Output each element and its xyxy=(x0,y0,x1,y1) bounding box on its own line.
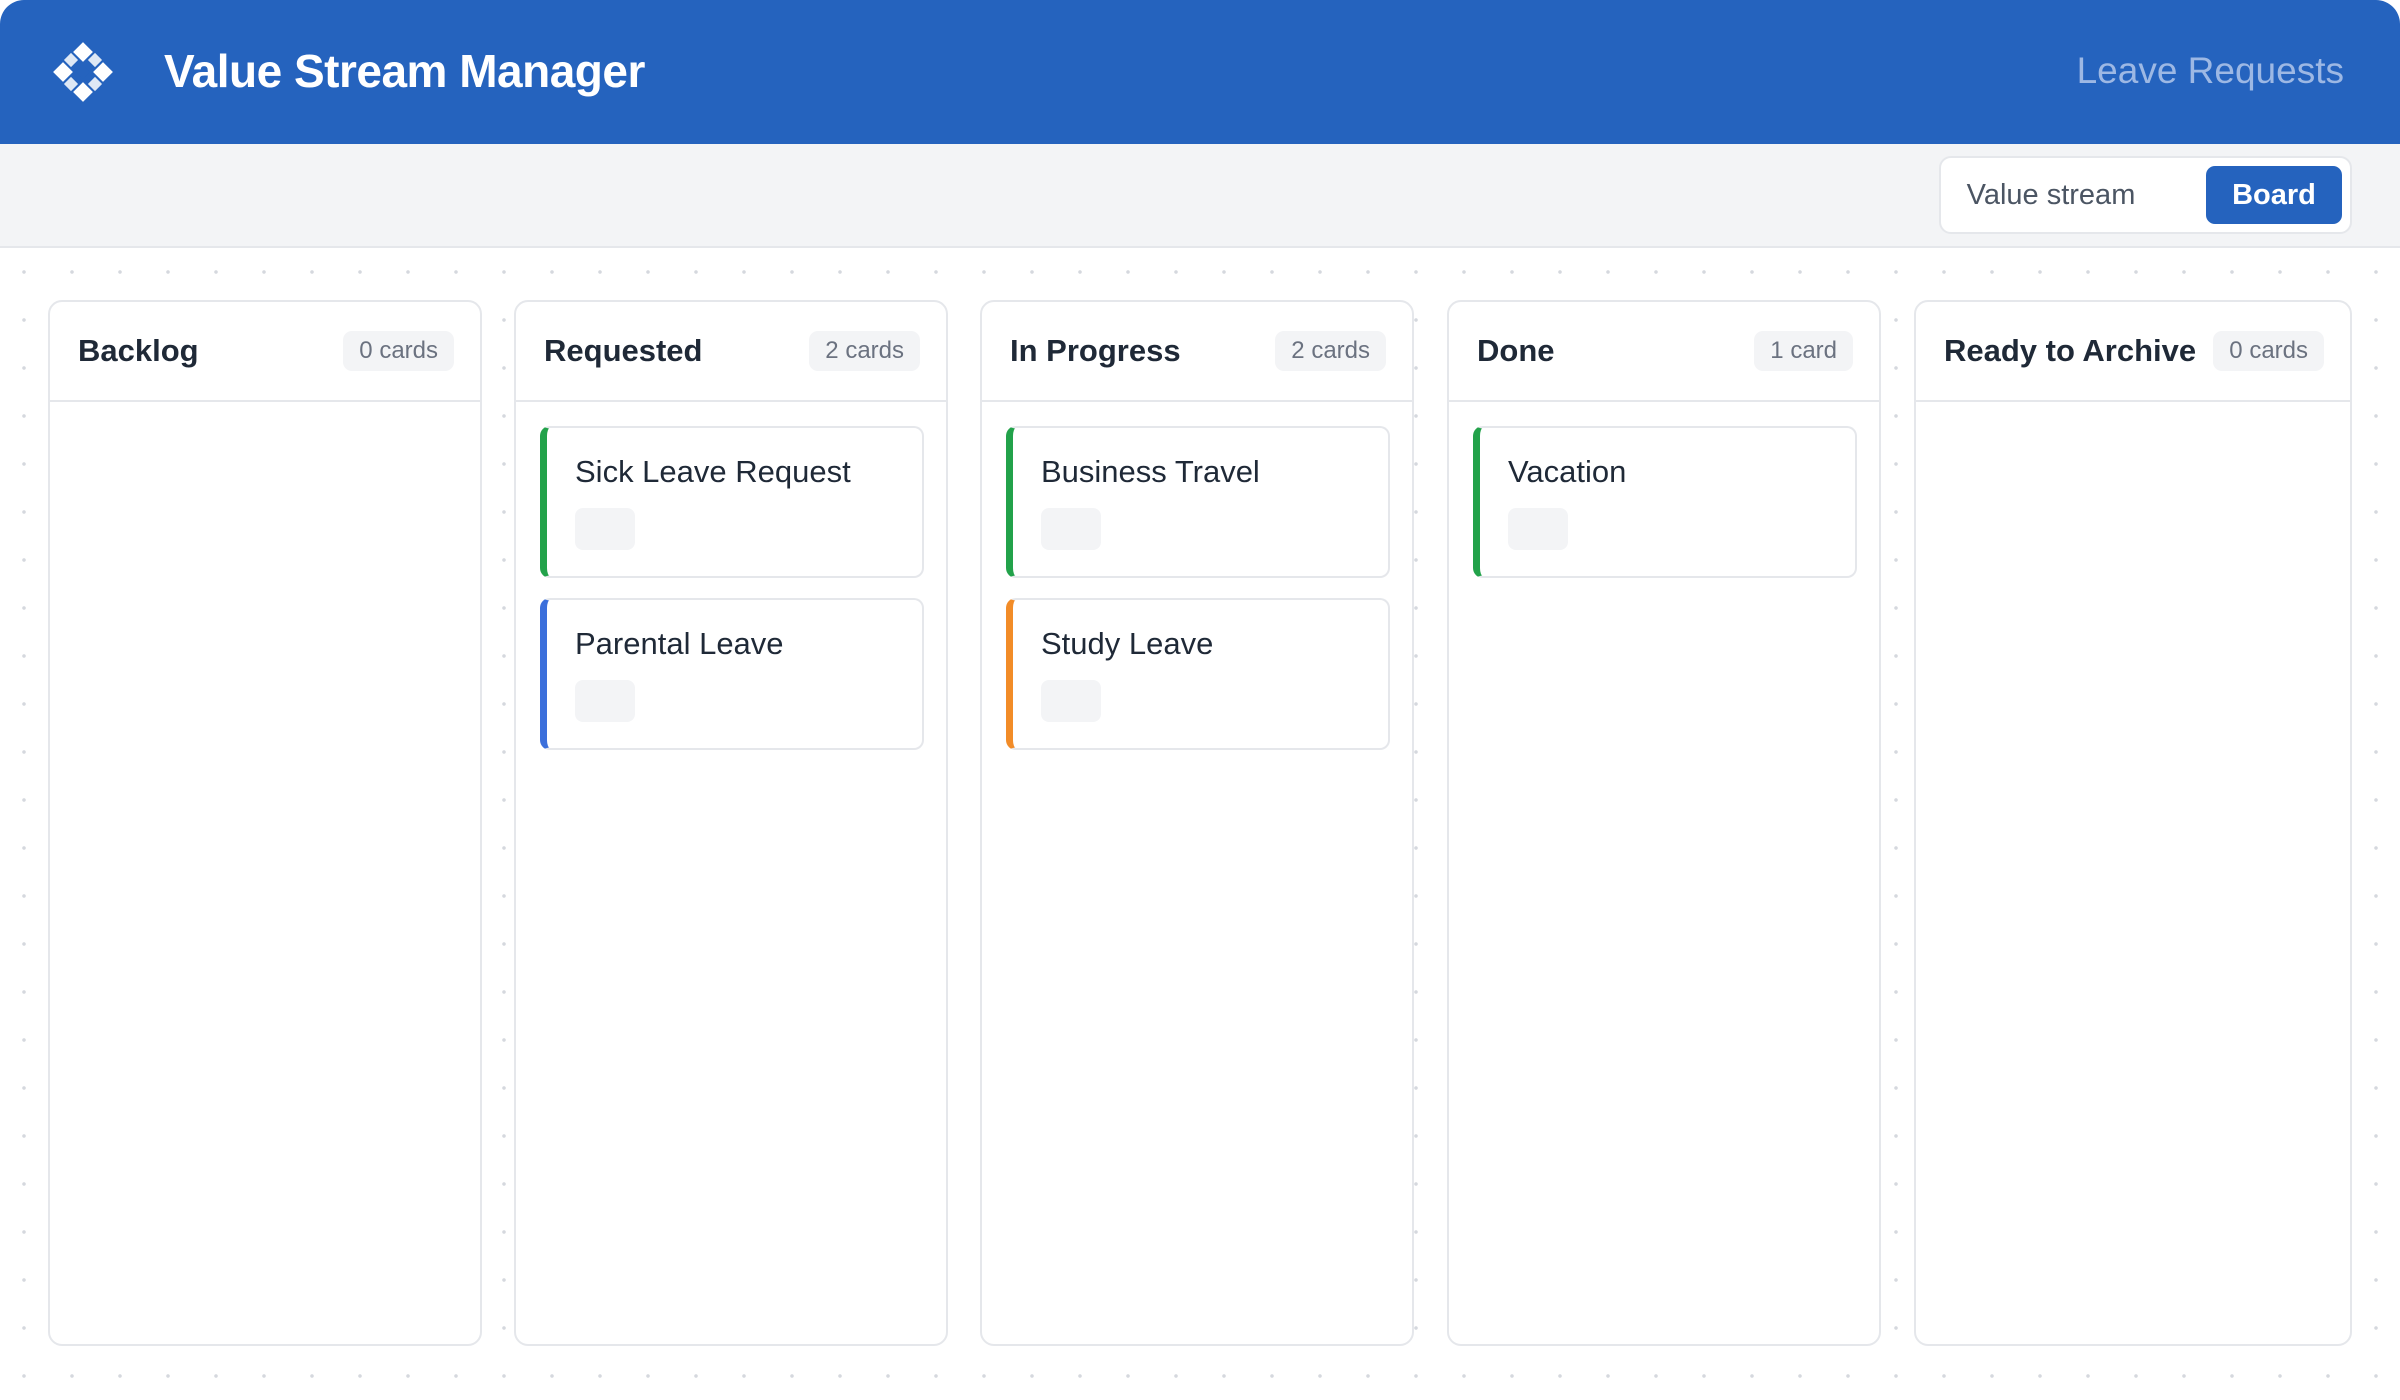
card-title: Parental Leave xyxy=(575,626,784,661)
column-header: Backlog 0 cards xyxy=(50,302,480,402)
page-name: Leave Requests xyxy=(2076,50,2344,91)
card-study-leave[interactable]: Study Leave xyxy=(1006,598,1390,750)
column-header: Requested 2 cards xyxy=(516,302,946,402)
card-title: Sick Leave Request xyxy=(575,454,851,489)
card-business-travel[interactable]: Business Travel xyxy=(1006,426,1390,578)
card-count-badge: 2 cards xyxy=(1275,331,1386,371)
card-tag-placeholder xyxy=(1041,508,1101,550)
toolbar: Value stream Board xyxy=(0,144,2400,248)
app-window: Value Stream Manager Leave Requests Valu… xyxy=(0,0,2400,1400)
column-backlog: Backlog 0 cards xyxy=(48,300,482,1346)
diamond-grid-icon[interactable] xyxy=(51,40,115,104)
column-ready-to-archive: Ready to Archive 0 cards xyxy=(1914,300,2352,1346)
card-title: Study Leave xyxy=(1041,626,1214,661)
app-title: Value Stream Manager xyxy=(164,45,645,97)
column-requested: Requested 2 cards Sick Leave Request Par… xyxy=(514,300,948,1346)
view-toggle: Value stream Board xyxy=(1939,156,2352,234)
column-header: Ready to Archive 0 cards xyxy=(1916,302,2350,402)
kanban-board: Backlog 0 cards Requested 2 cards Sick L… xyxy=(0,248,2400,1400)
card-count-badge: 1 card xyxy=(1754,331,1853,371)
board-view-button[interactable]: Board xyxy=(2206,166,2342,224)
card-count-badge: 2 cards xyxy=(809,331,920,371)
card-count-badge: 0 cards xyxy=(343,331,454,371)
column-done: Done 1 card Vacation xyxy=(1447,300,1881,1346)
card-tag-placeholder xyxy=(575,680,635,722)
value-stream-view-button[interactable]: Value stream xyxy=(1951,166,2151,224)
column-title: In Progress xyxy=(1010,333,1181,368)
card-sick-leave-request[interactable]: Sick Leave Request xyxy=(540,426,924,578)
column-title: Ready to Archive xyxy=(1944,333,2197,368)
column-header: Done 1 card xyxy=(1449,302,1879,402)
column-header: In Progress 2 cards xyxy=(982,302,1412,402)
card-tag-placeholder xyxy=(1508,508,1568,550)
app-header: Value Stream Manager Leave Requests xyxy=(0,0,2400,144)
card-count-badge: 0 cards xyxy=(2213,331,2324,371)
card-title: Vacation xyxy=(1508,454,1627,489)
card-parental-leave[interactable]: Parental Leave xyxy=(540,598,924,750)
card-vacation[interactable]: Vacation xyxy=(1473,426,1857,578)
column-title: Done xyxy=(1477,333,1555,368)
column-in-progress: In Progress 2 cards Business Travel Stud… xyxy=(980,300,1414,1346)
column-title: Requested xyxy=(544,333,703,368)
card-tag-placeholder xyxy=(575,508,635,550)
card-tag-placeholder xyxy=(1041,680,1101,722)
column-title: Backlog xyxy=(78,333,199,368)
card-title: Business Travel xyxy=(1041,454,1260,489)
